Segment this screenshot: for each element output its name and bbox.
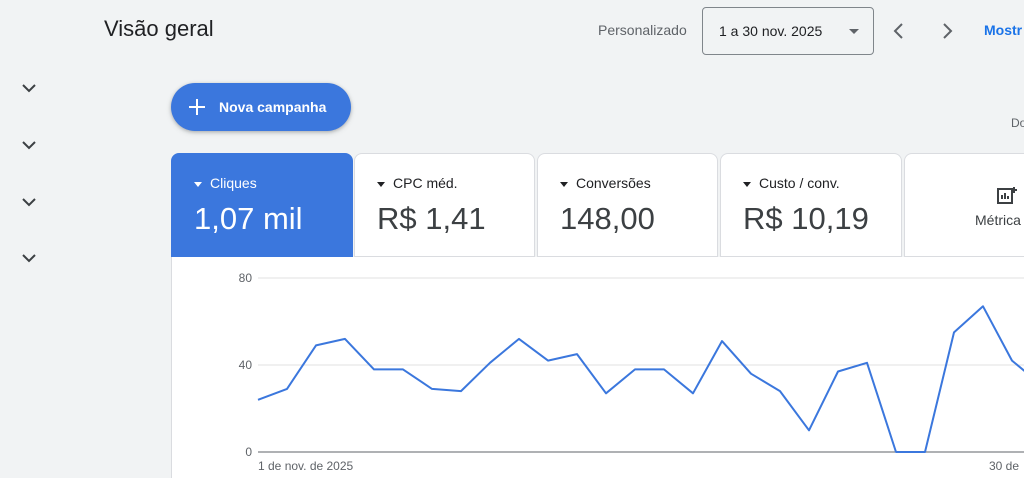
next-period-button[interactable] [936,20,958,42]
plus-icon [189,99,205,115]
metric-name: Cliques [210,175,257,191]
metric-card-clicks[interactable]: Cliques 1,07 mil [171,153,353,257]
chevron-down-icon[interactable] [20,196,38,208]
overview-page: Visão geral Personalizado 1 a 30 nov. 20… [0,0,1024,478]
metrics-chart-icon [997,187,1017,204]
metrics-selector-label: Métrica [975,212,1021,228]
caret-down-icon [743,182,751,187]
date-range-picker[interactable]: 1 a 30 nov. 2025 [702,7,874,55]
new-campaign-button[interactable]: Nova campanha [171,83,351,131]
chevron-down-icon[interactable] [20,252,38,264]
metric-value: 148,00 [560,201,655,236]
performance-chart: 80 40 0 1 de nov. de 2025 30 de [171,257,1024,478]
series-line [257,305,1024,453]
metric-card-conversions[interactable]: Conversões 148,00 [537,153,718,257]
range-label: Personalizado [598,22,687,38]
chevron-left-icon [893,23,903,39]
truncated-label: Do [1011,116,1024,130]
date-range-value: 1 a 30 nov. 2025 [719,23,823,39]
dropdown-arrow-icon [849,29,859,34]
metric-card-cost-per-conv[interactable]: Custo / conv. R$ 10,19 [720,153,902,257]
y-tick-label: 0 [245,445,252,459]
caret-down-icon [194,182,202,187]
new-campaign-label: Nova campanha [219,99,327,115]
metric-card-avg-cpc[interactable]: CPC méd. R$ 1,41 [354,153,535,257]
caret-down-icon [560,182,568,187]
chevron-down-icon[interactable] [20,139,38,151]
y-tick-label: 40 [239,358,253,372]
page-title: Visão geral [104,16,214,41]
metric-value: R$ 1,41 [377,201,486,236]
previous-period-button[interactable] [888,20,910,42]
metric-name: Conversões [576,175,651,191]
metric-name: CPC méd. [393,175,458,191]
metric-value: R$ 10,19 [743,201,869,236]
caret-down-icon [377,182,385,187]
x-tick-label-end: 30 de [989,459,1019,473]
chevron-down-icon[interactable] [20,82,38,94]
metric-name: Custo / conv. [759,175,840,191]
show-link[interactable]: Mostr [984,22,1022,38]
header: Visão geral Personalizado 1 a 30 nov. 20… [0,0,1024,64]
x-tick-label-start: 1 de nov. de 2025 [258,459,354,473]
line-chart: 80 40 0 1 de nov. de 2025 30 de [239,271,1024,473]
y-tick-label: 80 [239,271,253,285]
metrics-selector-button[interactable]: Métrica [904,153,1024,257]
metric-value: 1,07 mil [194,201,303,236]
chevron-right-icon [943,23,953,39]
